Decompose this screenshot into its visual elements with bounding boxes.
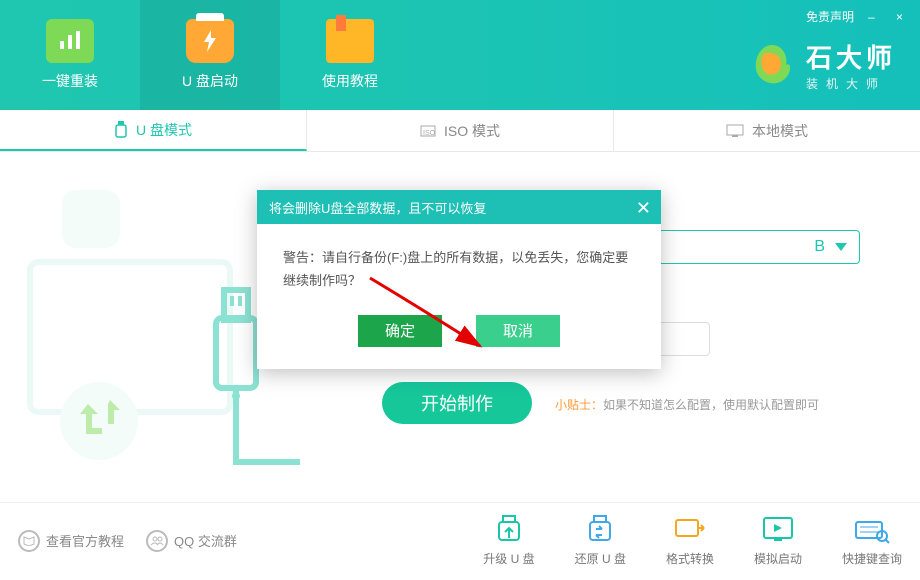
brand-title: 石大师: [806, 38, 896, 75]
nav-usb[interactable]: U 盘启动: [140, 0, 280, 110]
simulate-icon: [760, 514, 796, 546]
start-button[interactable]: 开始制作: [382, 382, 532, 424]
tab-local[interactable]: 本地模式: [614, 110, 920, 151]
tool-shortcut[interactable]: 快捷键查询: [842, 514, 902, 567]
keyboard-search-icon: [854, 514, 890, 546]
tip-label: 小贴士：: [555, 398, 603, 412]
mode-tabs: U 盘模式 ISO ISO 模式 本地模式: [0, 110, 920, 152]
book-icon: [326, 19, 374, 63]
tool-upgrade-label: 升级 U 盘: [483, 550, 534, 567]
dialog-actions: 确定 取消: [257, 303, 661, 369]
tab-usb-label: U 盘模式: [136, 120, 192, 140]
window-controls: 免责声明 – ×: [806, 8, 910, 25]
help-qq[interactable]: QQ 交流群: [146, 530, 237, 552]
shield-bolt-icon: [186, 19, 234, 63]
brand: 石大师 装机大师: [748, 38, 896, 92]
tool-restore[interactable]: 还原 U 盘: [575, 514, 626, 567]
brand-subtitle: 装机大师: [806, 75, 896, 92]
dialog-body: 警告：请自行备份(F:)盘上的所有数据，以免丢失，您确定要继续制作吗？: [257, 224, 661, 303]
help-qq-label: QQ 交流群: [174, 531, 237, 550]
nav-tutorial[interactable]: 使用教程: [280, 0, 420, 110]
help-official-label: 查看官方教程: [46, 531, 124, 550]
tool-upgrade[interactable]: 升级 U 盘: [483, 514, 534, 567]
dialog-close-icon[interactable]: ✕: [636, 198, 651, 219]
format-convert-icon: [672, 514, 708, 546]
app-header: 一键重装 U 盘启动 使用教程 免责声明 – × 石大师 装机大师: [0, 0, 920, 110]
bars-icon: [46, 19, 94, 63]
tab-usb[interactable]: U 盘模式: [0, 110, 307, 151]
dropdown-value: B: [814, 238, 825, 256]
restore-usb-icon: [582, 514, 618, 546]
tool-format[interactable]: 格式转换: [666, 514, 714, 567]
tool-restore-label: 还原 U 盘: [575, 550, 626, 567]
tool-simulate[interactable]: 模拟启动: [754, 514, 802, 567]
monitor-icon: [726, 124, 744, 138]
tip-text: 小贴士：如果不知道怎么配置，使用默认配置即可: [555, 396, 819, 413]
confirm-dialog: 将会删除U盘全部数据，且不可以恢复 ✕ 警告：请自行备份(F:)盘上的所有数据，…: [257, 190, 661, 369]
brand-logo-icon: [748, 41, 796, 89]
disclaimer-link[interactable]: 免责声明: [806, 8, 854, 25]
upgrade-usb-icon: [491, 514, 527, 546]
tip-body: 如果不知道怎么配置，使用默认配置即可: [603, 398, 819, 412]
tab-local-label: 本地模式: [752, 121, 808, 141]
tab-iso-label: ISO 模式: [444, 121, 500, 141]
book-open-icon: [18, 530, 40, 552]
dialog-title: 将会删除U盘全部数据，且不可以恢复 ✕: [257, 190, 661, 224]
close-button[interactable]: ×: [896, 10, 910, 24]
usb-icon: [114, 121, 128, 139]
cancel-button[interactable]: 取消: [476, 315, 560, 347]
dialog-title-text: 将会删除U盘全部数据，且不可以恢复: [269, 198, 486, 217]
svg-text:ISO: ISO: [423, 130, 436, 137]
ok-button[interactable]: 确定: [358, 315, 442, 347]
tool-simulate-label: 模拟启动: [754, 550, 802, 567]
people-icon: [146, 530, 168, 552]
nav-reinstall-label: 一键重装: [42, 71, 98, 91]
nav-usb-label: U 盘启动: [182, 71, 238, 91]
nav-reinstall[interactable]: 一键重装: [0, 0, 140, 110]
tool-shortcut-label: 快捷键查询: [842, 550, 902, 567]
nav-tutorial-label: 使用教程: [322, 71, 378, 91]
tools-row: 升级 U 盘 还原 U 盘 格式转换 模拟启动 快捷键查询: [483, 514, 902, 567]
minimize-button[interactable]: –: [868, 10, 882, 24]
tool-format-label: 格式转换: [666, 550, 714, 567]
iso-icon: ISO: [420, 123, 436, 139]
bottom-bar: 查看官方教程 QQ 交流群 升级 U 盘 还原 U 盘 格式转换 模拟启动 快捷…: [0, 502, 920, 578]
help-official[interactable]: 查看官方教程: [18, 530, 124, 552]
tab-iso[interactable]: ISO ISO 模式: [307, 110, 614, 151]
